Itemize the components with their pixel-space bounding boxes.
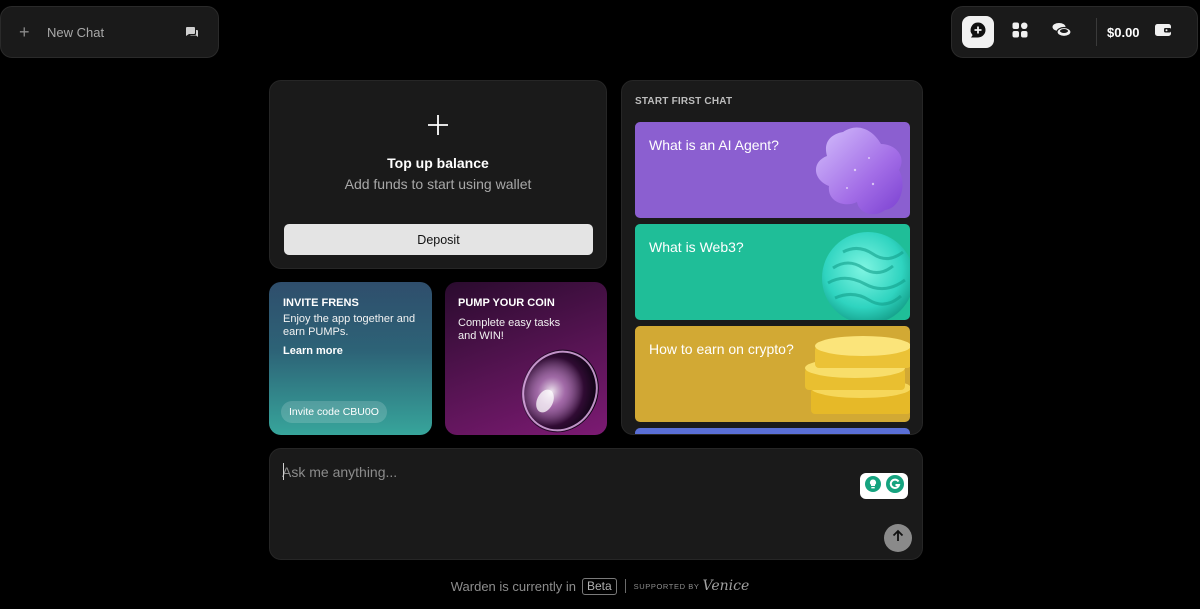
top-up-subtitle: Add funds to start using wallet (344, 176, 532, 192)
pump-heading: PUMP YOUR COIN (458, 297, 555, 309)
learn-more-link[interactable]: Learn more (283, 345, 343, 357)
grammarly-widget[interactable] (860, 473, 908, 499)
balance-amount[interactable]: $0.00 (1107, 25, 1140, 40)
coins-button[interactable] (1046, 16, 1078, 48)
invite-code-badge[interactable]: Invite code CBU0O (281, 401, 387, 423)
top-up-card: Top up balance Add funds to start using … (269, 80, 607, 269)
footer-divider (624, 579, 626, 593)
lightbulb-icon (864, 475, 882, 498)
pump-coin-card[interactable]: PUMP YOUR COIN Complete easy tasks and W… (445, 282, 607, 435)
brain-ball-illustration (822, 232, 910, 320)
top-toolbar: $0.00 (951, 6, 1198, 58)
invite-card[interactable]: INVITE FRENS Enjoy the app together and … (269, 282, 432, 435)
coins-icon (1051, 21, 1073, 44)
add-funds-icon (427, 114, 449, 136)
plus-icon: + (19, 22, 30, 42)
topic-more[interactable] (635, 428, 910, 434)
start-chat-heading: START FIRST CHAT (635, 96, 733, 107)
deposit-button[interactable]: Deposit (284, 224, 593, 255)
status-text: Warden is currently in (450, 578, 576, 594)
topic-label: What is an AI Agent? (649, 137, 779, 153)
wallet-icon[interactable] (1154, 22, 1172, 43)
topic-earn-crypto[interactable]: How to earn on crypto? (635, 326, 910, 422)
topic-ai-agent[interactable]: What is an AI Agent? (635, 122, 910, 218)
invite-heading: INVITE FRENS (283, 297, 359, 309)
glass-orb-illustration (515, 346, 607, 435)
arrow-up-icon (891, 529, 905, 548)
toolbar-divider (1096, 18, 1097, 46)
pump-description: Complete easy tasks and WIN! (458, 317, 561, 342)
chat-composer (269, 448, 923, 560)
apps-button[interactable] (1004, 16, 1036, 48)
chat-icon (968, 20, 988, 45)
ask-input[interactable] (282, 461, 842, 483)
topic-label: What is Web3? (649, 239, 744, 255)
apps-icon (1011, 21, 1029, 44)
chats-icon[interactable] (184, 24, 200, 40)
start-first-chat-panel: START FIRST CHAT What is an AI Agent? Wh… (621, 80, 923, 435)
beta-badge: Beta (581, 577, 617, 595)
footer: Warden is currently in Beta SUPPORTED BY… (0, 576, 1200, 596)
venice-logo[interactable]: Venice (703, 578, 750, 594)
send-button[interactable] (884, 524, 912, 552)
chat-mode-button[interactable] (962, 16, 994, 48)
supported-by-label: SUPPORTED BY (633, 581, 700, 591)
top-up-title: Top up balance (387, 155, 489, 171)
new-chat-button[interactable]: + New Chat (0, 6, 219, 58)
new-chat-label: New Chat (47, 24, 105, 40)
topic-web3[interactable]: What is Web3? (635, 224, 910, 320)
text-cursor (283, 463, 284, 480)
star-blob-illustration (815, 127, 903, 215)
grammarly-icon (885, 474, 905, 499)
invite-description: Enjoy the app together and earn PUMPs. (283, 313, 416, 338)
topic-label: How to earn on crypto? (649, 341, 794, 357)
coin-stack-illustration (805, 336, 910, 414)
